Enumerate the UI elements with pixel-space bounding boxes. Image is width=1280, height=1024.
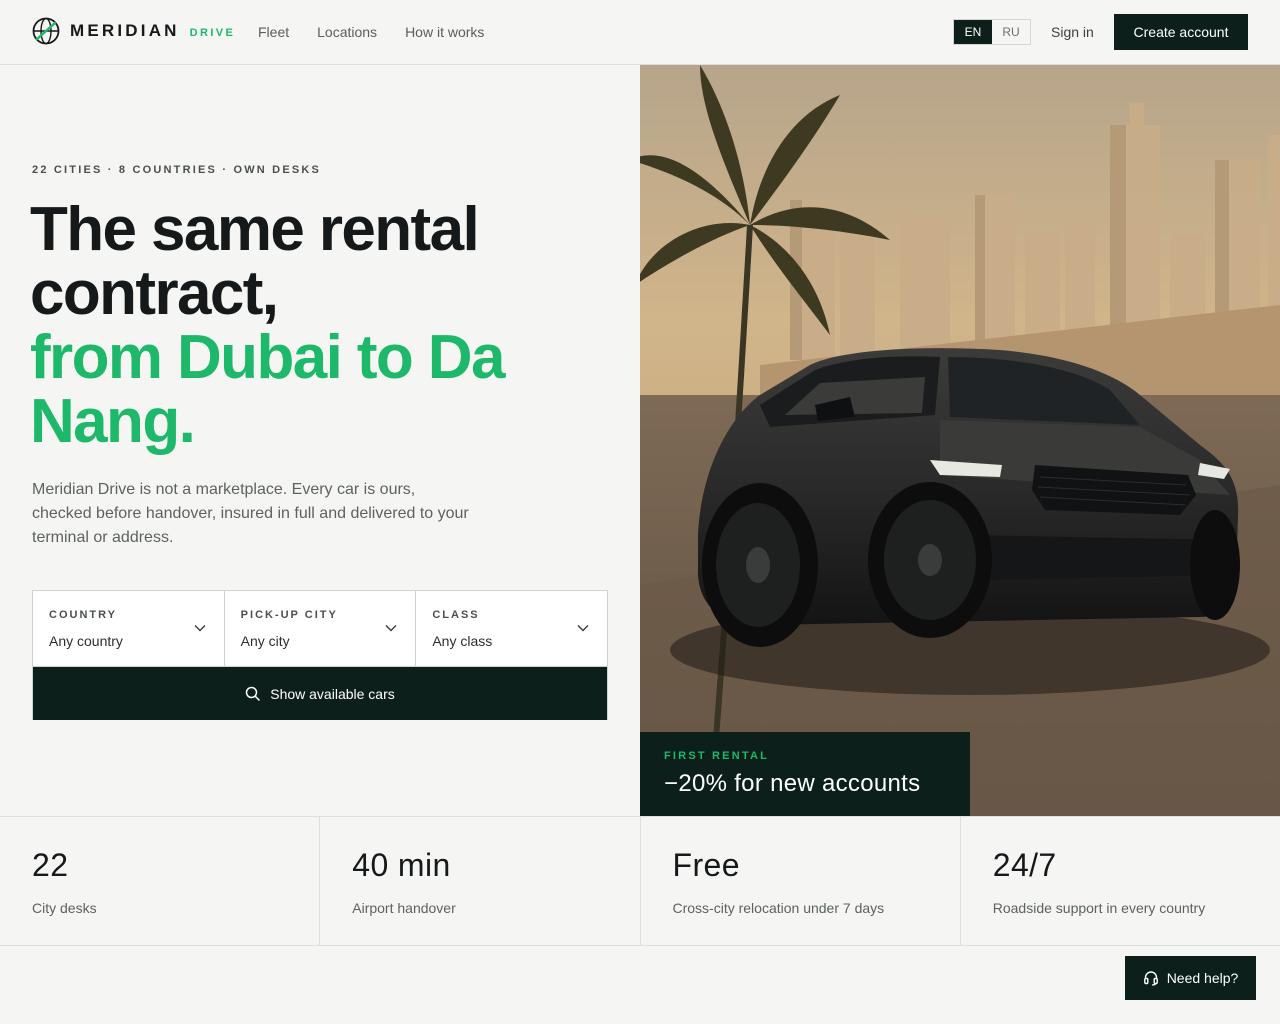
city-value: Any city xyxy=(240,633,290,649)
country-select[interactable]: COUNTRY Any country xyxy=(33,591,225,666)
chevron-down-icon xyxy=(577,624,589,632)
stat-city-desks: 22 City desks xyxy=(0,817,321,945)
stat-label: Airport handover xyxy=(352,900,456,916)
stat-value: 24/7 xyxy=(992,847,1057,883)
hero-car-photo xyxy=(640,65,1280,816)
headset-icon xyxy=(1143,971,1158,986)
class-label: CLASS xyxy=(432,609,480,621)
show-cars-label: Show available cars xyxy=(270,685,395,702)
lang-en[interactable]: EN xyxy=(954,20,992,44)
need-help-label: Need help? xyxy=(1166,970,1239,986)
stat-relocation: Free Cross-city relocation under 7 days xyxy=(641,817,961,945)
brand-sub: DRIVE xyxy=(189,27,236,39)
main-nav: Fleet Locations How it works xyxy=(258,24,484,40)
brand-name: MERIDIAN xyxy=(70,21,180,40)
stat-value: 40 min xyxy=(352,847,451,883)
headline-line: The same rental contract, xyxy=(30,195,480,328)
suv-city-illustration xyxy=(640,65,1280,816)
class-select[interactable]: CLASS Any class xyxy=(416,591,607,666)
class-value: Any class xyxy=(432,633,493,649)
language-switcher: EN RU xyxy=(953,19,1031,45)
globe-icon xyxy=(32,17,60,45)
site-header: MERIDIAN DRIVE Fleet Locations How it wo… xyxy=(0,0,1280,65)
search-icon xyxy=(245,686,260,701)
stats-strip: 22 City desks 40 min Airport handover Fr… xyxy=(0,816,1280,946)
search-fields: COUNTRY Any country PICK-UP CITY Any cit… xyxy=(33,591,607,667)
chevron-down-icon xyxy=(385,624,397,632)
stat-label: City desks xyxy=(32,900,97,916)
chevron-down-icon xyxy=(194,624,206,632)
stat-airport-handover: 40 min Airport handover xyxy=(320,817,641,945)
sign-in-link[interactable]: Sign in xyxy=(1051,24,1094,40)
show-cars-button[interactable]: Show available cars xyxy=(33,667,607,720)
hero-description: Meridian Drive is not a marketplace. Eve… xyxy=(32,481,469,546)
first-rental-promo[interactable]: FIRST RENTAL −20% for new accounts xyxy=(640,732,970,816)
promo-eyebrow: FIRST RENTAL xyxy=(664,750,770,762)
country-value: Any country xyxy=(49,633,123,649)
nav-how-it-works[interactable]: How it works xyxy=(405,24,484,40)
city-label: PICK-UP CITY xyxy=(240,609,338,621)
nav-locations[interactable]: Locations xyxy=(317,24,377,40)
lang-ru[interactable]: RU xyxy=(992,20,1030,44)
stat-value: 22 xyxy=(32,847,69,883)
city-select[interactable]: PICK-UP CITY Any city xyxy=(225,591,417,666)
create-account-button[interactable]: Create account xyxy=(1114,14,1248,50)
hero-eyebrow: 22 CITIES · 8 COUNTRIES · OWN DESKS xyxy=(32,164,322,176)
stat-value: Free xyxy=(672,847,740,883)
stat-roadside-support: 24/7 Roadside support in every country xyxy=(961,817,1280,945)
need-help-button[interactable]: Need help? xyxy=(1125,956,1256,1000)
stat-label: Roadside support in every country xyxy=(992,900,1206,916)
country-label: COUNTRY xyxy=(49,609,117,621)
hero-headline: The same rental contract, from Dubai to … xyxy=(30,198,590,454)
headline-accent: from Dubai to Da Nang. xyxy=(30,323,505,456)
brand-logo[interactable]: MERIDIAN DRIVE xyxy=(32,17,235,45)
nav-fleet[interactable]: Fleet xyxy=(258,24,289,40)
promo-title: −20% for new accounts xyxy=(664,770,921,797)
car-search-form: COUNTRY Any country PICK-UP CITY Any cit… xyxy=(32,590,608,720)
stat-label: Cross-city relocation under 7 days xyxy=(672,900,885,916)
